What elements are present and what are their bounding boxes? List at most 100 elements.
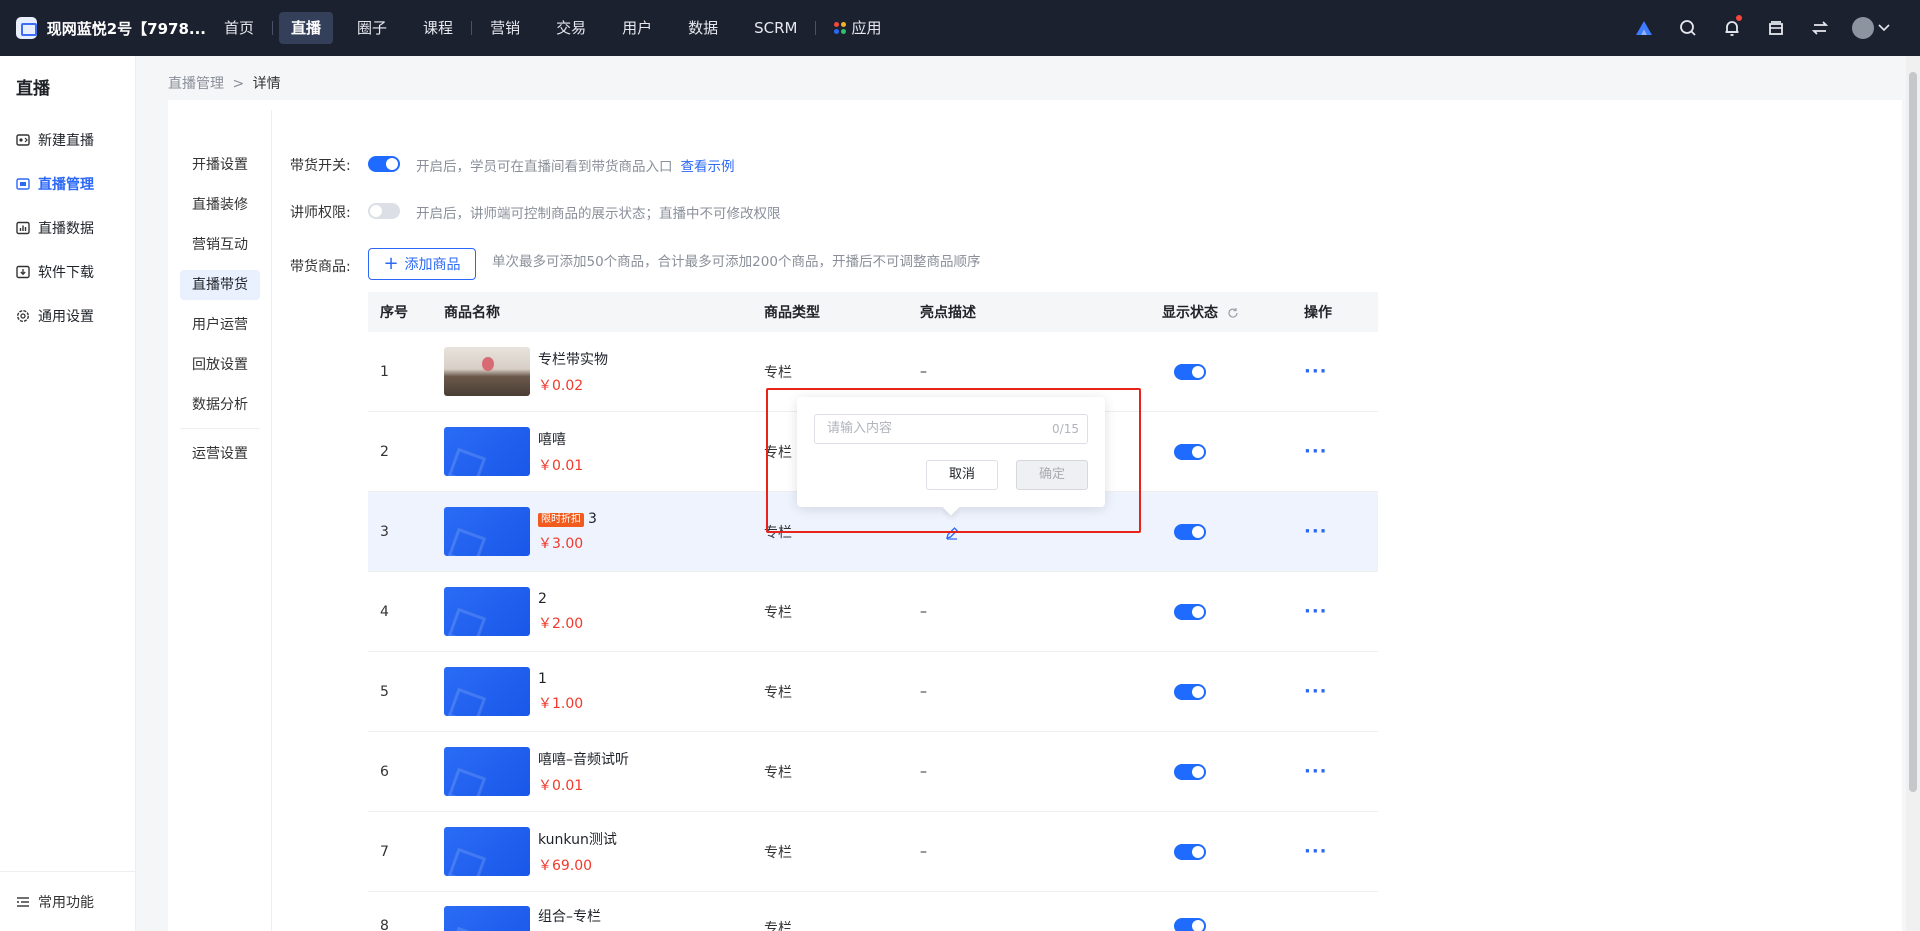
- more-actions-icon[interactable]: ···: [1304, 761, 1378, 782]
- refresh-icon[interactable]: [1227, 307, 1239, 319]
- switch-icon[interactable]: [1798, 0, 1842, 56]
- download-icon: [16, 265, 30, 279]
- subnav-decoration[interactable]: 直播装修: [180, 190, 260, 220]
- sidebar-item-label: 直播数据: [38, 221, 94, 237]
- breadcrumb-current: 详情: [252, 76, 281, 92]
- brand[interactable]: 现网蓝悦2号【7978...: [0, 17, 206, 39]
- subnav-marketing[interactable]: 营销互动: [180, 230, 260, 260]
- main-nav: 首页 直播 圈子 课程 营销 交易 用户 数据 SCRM 应用: [206, 0, 900, 56]
- add-goods-button[interactable]: + 添加商品: [368, 248, 476, 280]
- sell-switch-hint: 开启后，学员可在直播间看到带货商品入口 查看示例: [416, 155, 735, 175]
- subnav-start-settings[interactable]: 开播设置: [180, 150, 260, 180]
- status-cell: [1162, 906, 1304, 931]
- row-goods: 1 ￥1.00: [444, 667, 764, 716]
- goods-type: 专栏: [764, 604, 792, 621]
- detail-subnav: 开播设置 直播装修 营销互动 直播带货 用户运营 回放设置 数据分析 运营设置: [168, 110, 272, 931]
- status-cell: [1162, 443, 1304, 460]
- nav-scrm[interactable]: SCRM: [742, 12, 809, 44]
- more-actions-icon[interactable]: ···: [1304, 521, 1378, 542]
- view-example-link[interactable]: 查看示例: [681, 159, 735, 175]
- annotation-highlight-frame: [766, 388, 1141, 533]
- sidebar-item-label: 通用设置: [38, 309, 94, 325]
- page-scrollbar[interactable]: [1906, 56, 1920, 931]
- breadcrumb-separator: >: [232, 76, 245, 92]
- subnav-analytics[interactable]: 数据分析: [180, 390, 260, 420]
- store-icon[interactable]: [1754, 0, 1798, 56]
- goods-name: kunkun测试: [538, 831, 617, 848]
- sidebar-item-settings[interactable]: 通用设置: [0, 294, 135, 338]
- bell-icon[interactable]: [1710, 0, 1754, 56]
- more-actions-icon[interactable]: ···: [1304, 681, 1378, 702]
- display-toggle[interactable]: [1174, 763, 1206, 780]
- nav-data[interactable]: 数据: [676, 12, 730, 44]
- goods-desc: –: [920, 843, 927, 860]
- lecturer-permission-hint: 开启后，讲师端可控制商品的展示状态；直播中不可修改权限: [416, 206, 781, 222]
- more-actions-icon[interactable]: ···: [1304, 841, 1378, 862]
- row-goods: 嘻嘻 ￥0.01: [444, 427, 764, 476]
- subnav-user-ops[interactable]: 用户运营: [180, 310, 260, 340]
- brand-a-icon[interactable]: [1622, 0, 1666, 56]
- sidebar-item-download[interactable]: 软件下载: [0, 250, 135, 294]
- nav-apps[interactable]: 应用: [822, 12, 893, 44]
- nav-user[interactable]: 用户: [610, 12, 664, 44]
- display-toggle[interactable]: [1174, 603, 1206, 620]
- col-status: 显示状态: [1162, 302, 1304, 322]
- nav-divider: [272, 21, 274, 35]
- nav-live[interactable]: 直播: [279, 12, 334, 44]
- goods-name: 2: [538, 590, 547, 607]
- sell-switch-hint-text: 开启后，学员可在直播间看到带货商品入口: [416, 159, 673, 175]
- goods-price: ￥0.01: [538, 777, 584, 794]
- table-row: 5 1 ￥1.00 专栏 – ···: [368, 652, 1378, 732]
- goods-name: 组合–专栏: [538, 909, 601, 925]
- avatar[interactable]: [1852, 17, 1874, 39]
- search-icon[interactable]: [1666, 0, 1710, 56]
- row-no: 5: [380, 683, 389, 700]
- nav-trade[interactable]: 交易: [544, 12, 598, 44]
- lecturer-permission-label: 讲师权限:: [290, 205, 351, 221]
- display-toggle[interactable]: [1174, 918, 1206, 931]
- nav-marketing[interactable]: 营销: [478, 12, 532, 44]
- nav-course[interactable]: 课程: [411, 12, 465, 44]
- chevron-down-icon[interactable]: [1878, 24, 1890, 32]
- lecturer-permission-toggle[interactable]: [368, 203, 400, 219]
- sidebar-item-new-live[interactable]: 新建直播: [0, 118, 135, 162]
- more-actions-icon[interactable]: ···: [1304, 441, 1378, 462]
- display-toggle[interactable]: [1174, 443, 1206, 460]
- goods-name: 嘻嘻–音频试听: [538, 751, 629, 768]
- display-toggle[interactable]: [1174, 683, 1206, 700]
- more-actions-icon[interactable]: ···: [1304, 361, 1378, 382]
- brand-name: 现网蓝悦2号【7978...: [46, 19, 206, 38]
- goods-thumbnail: [444, 827, 530, 876]
- subnav-live-selling[interactable]: 直播带货: [180, 270, 260, 300]
- brand-logo-icon: [16, 17, 37, 39]
- nav-circle[interactable]: 圈子: [345, 12, 399, 44]
- breadcrumb-parent[interactable]: 直播管理: [168, 76, 224, 92]
- row-no: 3: [380, 523, 389, 540]
- goods-type: 专栏: [764, 364, 792, 381]
- sidebar-item-live-manage[interactable]: 直播管理: [0, 162, 135, 206]
- goods-thumbnail: [444, 906, 530, 931]
- goods-desc: –: [920, 683, 927, 700]
- display-toggle[interactable]: [1174, 523, 1206, 540]
- row-no: 4: [380, 603, 389, 620]
- scrollbar-thumb[interactable]: [1909, 72, 1917, 792]
- status-cell: [1162, 363, 1304, 380]
- goods-desc: –: [920, 603, 927, 620]
- sell-switch-toggle[interactable]: [368, 156, 400, 172]
- more-actions-icon[interactable]: ···: [1304, 601, 1378, 622]
- goods-thumbnail: [444, 427, 530, 476]
- notification-dot: [1736, 15, 1742, 21]
- subnav-replay[interactable]: 回放设置: [180, 350, 260, 380]
- new-live-icon: [16, 134, 30, 146]
- display-toggle[interactable]: [1174, 363, 1206, 380]
- goods-thumbnail: [444, 507, 530, 556]
- nav-home[interactable]: 首页: [212, 12, 266, 44]
- top-nav-bar: 现网蓝悦2号【7978... 首页 直播 圈子 课程 营销 交易 用户 数据 S…: [0, 0, 1920, 56]
- row-no: 8: [380, 918, 389, 931]
- common-functions[interactable]: 常用功能: [0, 871, 135, 931]
- subnav-ops-settings[interactable]: 运营设置: [180, 439, 260, 469]
- display-toggle[interactable]: [1174, 843, 1206, 860]
- sidebar-item-live-data[interactable]: 直播数据: [0, 206, 135, 250]
- goods-name-wrap: 限时折扣 3: [538, 511, 597, 527]
- col-status-label: 显示状态: [1162, 305, 1218, 321]
